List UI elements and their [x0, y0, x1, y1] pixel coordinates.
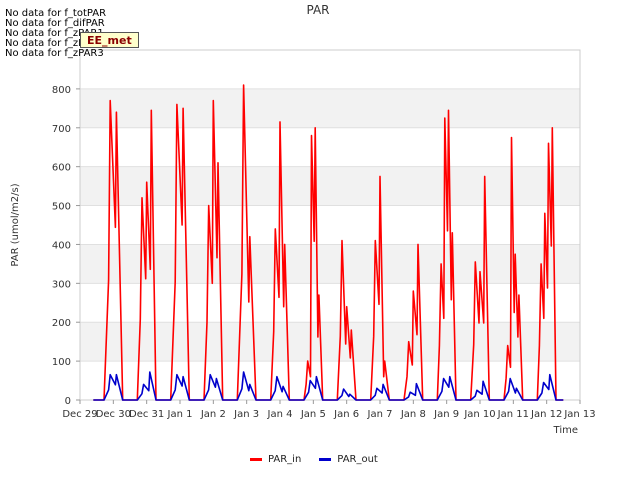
- x-tick-label: Jan 11: [497, 409, 529, 420]
- x-tick-label: Jan 7: [367, 409, 393, 420]
- site-badge: EE_met: [80, 32, 139, 48]
- legend: PAR_in PAR_out: [250, 454, 396, 465]
- y-axis: 0 100 200 300 400 500 600 700 800: [52, 85, 80, 407]
- y-tick-label: 300: [52, 279, 71, 290]
- y-tick-label: 200: [52, 318, 71, 329]
- x-tick-label: Dec 31: [129, 409, 164, 420]
- x-tick-label: Jan 9: [433, 409, 459, 420]
- y-tick-label: 600: [52, 163, 71, 174]
- y-axis-label: PAR (umol/m2/s): [10, 183, 21, 266]
- legend-label-par-in: PAR_in: [268, 454, 302, 465]
- no-data-note-zpar3: No data for f_zPAR3: [5, 48, 104, 59]
- legend-swatch-par-in: [250, 458, 262, 461]
- x-tick-label: Jan 4: [267, 409, 293, 420]
- x-tick-label: Jan 13: [563, 409, 595, 420]
- legend-entry-par-in: PAR_in: [250, 454, 301, 465]
- x-tick-label: Jan 8: [400, 409, 426, 420]
- x-tick-label: Jan 2: [200, 409, 226, 420]
- grid-band: [80, 166, 580, 206]
- y-tick-label: 0: [65, 396, 71, 407]
- y-tick-label: 100: [52, 357, 71, 368]
- x-axis-label: Time: [553, 425, 578, 436]
- y-tick-label: 400: [52, 240, 71, 251]
- x-axis: Dec 29Dec 30Dec 31 Jan 1 Jan 2 Jan 3 Jan 4 Ja…: [62, 400, 596, 420]
- y-tick-label: 500: [52, 202, 71, 213]
- x-tick-label: Jan 6: [333, 409, 359, 420]
- x-tick-label: Dec 30: [96, 409, 131, 420]
- series-line-par-out: [93, 371, 564, 401]
- legend-swatch-par-out: [319, 458, 332, 461]
- grid-band: [80, 244, 580, 284]
- y-tick-label: 800: [52, 85, 71, 96]
- y-tick-label: 700: [52, 124, 71, 135]
- x-tick-label: Jan 10: [463, 409, 495, 420]
- x-tick-label: Dec 29: [62, 409, 97, 420]
- chart-title: PAR: [306, 3, 329, 17]
- legend-entry-par-out: PAR_out: [319, 454, 378, 465]
- par-chart: Dec 29Dec 30Dec 31 Jan 1 Jan 2 Jan 3 Jan 4 Ja…: [10, 3, 596, 436]
- legend-label-par-out: PAR_out: [337, 454, 378, 465]
- x-tick-label: Jan 3: [233, 409, 259, 420]
- x-tick-label: Jan 12: [530, 409, 562, 420]
- x-tick-label: Jan 5: [300, 409, 326, 420]
- grid-band: [80, 88, 580, 128]
- x-tick-label: Jan 1: [167, 409, 193, 420]
